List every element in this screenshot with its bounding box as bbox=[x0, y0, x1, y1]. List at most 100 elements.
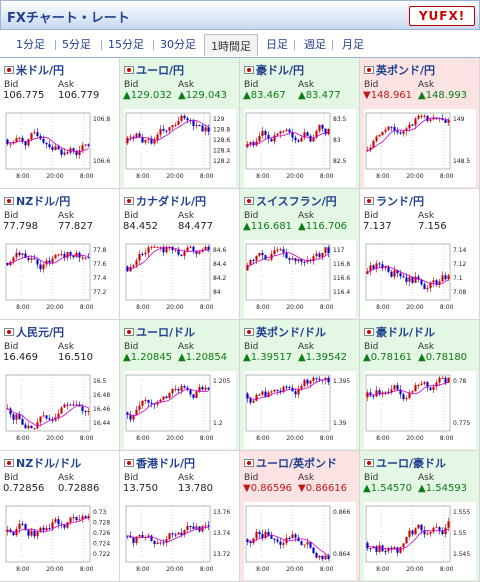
pair-label[interactable]: 豪ドル/円 bbox=[256, 64, 304, 77]
tab-1hour[interactable]: 1時間足 bbox=[204, 34, 258, 56]
rate-tile[interactable]: NZドル/ドル Bid Ask 0.72856 0.72886 0.73 0.728 0.72… bbox=[0, 451, 120, 582]
candlestick-chart[interactable]: 1.205 1.2 8:00 20:00 8:00 bbox=[124, 371, 236, 449]
tab-30min[interactable]: 30分足 bbox=[160, 36, 196, 52]
rate-tile[interactable]: ランド/円 Bid Ask 7.137 7.156 7.14 7.12 7.1 7.08 8:00… bbox=[360, 189, 480, 320]
rate-tile[interactable]: ユーロ/豪ドル Bid Ask ▲1.54570 ▲1.54593 1.555 1.55 1.… bbox=[360, 451, 480, 582]
pair-label[interactable]: NZドル/円 bbox=[16, 195, 70, 208]
pair-name[interactable]: ランド/円 bbox=[364, 193, 424, 209]
pair-name[interactable]: 米ドル/円 bbox=[4, 62, 64, 78]
pair-label[interactable]: 英ポンド/円 bbox=[376, 64, 435, 77]
tab-5min[interactable]: 5分足 bbox=[62, 36, 91, 52]
candlestick-chart[interactable]: 77.8 77.6 77.4 77.2 8:00 20:00 8:00 bbox=[4, 240, 116, 318]
flag-icon bbox=[244, 66, 254, 74]
rate-tile[interactable]: 英ポンド/円 Bid Ask ▼148.961 ▲148.993 149 148.5 8:00… bbox=[360, 58, 480, 189]
candlestick-chart[interactable]: 0.73 0.728 0.726 0.724 0.722 8:00 20:00 8:00 bbox=[4, 502, 116, 580]
pair-label[interactable]: カナダドル/円 bbox=[136, 195, 206, 208]
rate-tile[interactable]: NZドル/円 Bid Ask 77.798 77.827 77.8 77.6 77.4 77.2… bbox=[0, 189, 120, 320]
pair-label[interactable]: ユーロ/ドル bbox=[136, 326, 195, 339]
candlestick-chart[interactable]: 149 148.5 8:00 20:00 8:00 bbox=[364, 109, 476, 187]
candle-body bbox=[27, 257, 30, 260]
candle-body bbox=[285, 386, 288, 388]
pair-name[interactable]: スイスフラン/円 bbox=[244, 193, 337, 209]
candle-body bbox=[279, 131, 282, 134]
tab-daily[interactable]: 日足 bbox=[266, 36, 288, 52]
pair-name[interactable]: 人民元/円 bbox=[4, 324, 64, 340]
rate-tile[interactable]: スイスフラン/円 Bid Ask ▲116.681 ▲116.706 117 116.8 11… bbox=[240, 189, 360, 320]
bid-value: ▲0.78161 bbox=[363, 352, 413, 363]
tab-1min[interactable]: 1分足 bbox=[16, 36, 45, 52]
candlestick-chart[interactable]: 1.555 1.55 1.545 8:00 20:00 8:00 bbox=[364, 502, 476, 580]
pair-name[interactable]: カナダドル/円 bbox=[124, 193, 206, 209]
candlestick-chart[interactable]: 129 128.8 128.6 128.4 128.2 8:00 20:00 8:00 bbox=[124, 109, 236, 187]
candle-body bbox=[162, 542, 165, 544]
pair-name[interactable]: 英ポンド/円 bbox=[364, 62, 435, 78]
candle-body bbox=[276, 539, 279, 542]
pair-name[interactable]: ユーロ/ドル bbox=[124, 324, 195, 340]
candlestick-chart[interactable]: 84.6 84.4 84.2 84 8:00 20:00 8:00 bbox=[124, 240, 236, 318]
pair-label[interactable]: 米ドル/円 bbox=[16, 64, 64, 77]
candle-body bbox=[180, 115, 183, 121]
rate-tile[interactable]: カナダドル/円 Bid Ask 84.452 84.477 84.6 84.4 84.2 84 8… bbox=[120, 189, 240, 320]
y-tick-label: 77.2 bbox=[93, 289, 107, 296]
pair-label[interactable]: 英ポンド/ドル bbox=[256, 326, 326, 339]
rate-tile[interactable]: 人民元/円 Bid Ask 16.469 16.510 16.5 16.48 16.46 16.… bbox=[0, 320, 120, 451]
candlestick-chart[interactable]: 16.5 16.48 16.46 16.44 8:00 20:00 8:00 bbox=[4, 371, 116, 449]
yufx-logo[interactable]: YUFX! bbox=[409, 6, 475, 26]
pair-label[interactable]: 豪ドル/ドル bbox=[376, 326, 435, 339]
candle-body bbox=[396, 130, 399, 133]
pair-name[interactable]: ユーロ/豪ドル bbox=[364, 455, 446, 471]
candlestick-chart[interactable]: 7.14 7.12 7.1 7.08 8:00 20:00 8:00 bbox=[364, 240, 476, 318]
ask-label: Ask bbox=[58, 342, 75, 352]
rate-tile[interactable]: 豪ドル/ドル Bid Ask ▲0.78161 ▲0.78180 0.78 0.775 8:0… bbox=[360, 320, 480, 451]
rate-tile[interactable]: ユーロ/円 Bid Ask ▲129.032 ▲129.043 129 128.8 128.6… bbox=[120, 58, 240, 189]
tab-weekly[interactable]: 週足 bbox=[304, 36, 326, 52]
rate-tile[interactable]: ユーロ/英ポンド Bid Ask ▼0.86596 ▼0.86616 0.866 0.864… bbox=[240, 451, 360, 582]
ask-value: ▲148.993 bbox=[418, 90, 468, 101]
candle-body bbox=[426, 533, 429, 535]
candle-body bbox=[303, 379, 306, 387]
pair-label[interactable]: ユーロ/英ポンド bbox=[256, 457, 337, 470]
candle-body bbox=[87, 257, 90, 259]
pair-label[interactable]: NZドル/ドル bbox=[16, 457, 81, 470]
candlestick-chart[interactable]: 13.76 13.74 13.72 8:00 20:00 8:00 bbox=[124, 502, 236, 580]
pair-label[interactable]: 香港ドル/円 bbox=[136, 457, 195, 470]
pair-name[interactable]: 豪ドル/ドル bbox=[364, 324, 435, 340]
rate-tile[interactable]: ユーロ/ドル Bid Ask ▲1.20845 ▲1.20854 1.205 1.2 8:00… bbox=[120, 320, 240, 451]
rate-tile[interactable]: 香港ドル/円 Bid Ask 13.750 13.780 13.76 13.74 13.72 8… bbox=[120, 451, 240, 582]
candle-body bbox=[21, 523, 24, 525]
bid-label: Bid bbox=[4, 342, 19, 352]
x-tick-label: 20:00 bbox=[406, 304, 423, 311]
pair-label[interactable]: ユーロ/円 bbox=[136, 64, 184, 77]
pair-name[interactable]: NZドル/ドル bbox=[4, 455, 81, 471]
pair-name[interactable]: 香港ドル/円 bbox=[124, 455, 195, 471]
candlestick-chart[interactable]: 0.866 0.864 8:00 20:00 8:00 bbox=[244, 502, 356, 580]
pair-name[interactable]: ユーロ/英ポンド bbox=[244, 455, 337, 471]
x-tick-label: 8:00 bbox=[320, 435, 334, 442]
candle-body bbox=[201, 387, 204, 390]
pair-name[interactable]: 英ポンド/ドル bbox=[244, 324, 326, 340]
candlestick-chart[interactable]: 1.395 1.39 8:00 20:00 8:00 bbox=[244, 371, 356, 449]
candlestick-chart[interactable]: 106.8 106.6 8:00 20:00 8:00 bbox=[4, 109, 116, 187]
candlestick-chart[interactable]: 117 116.8 116.6 116.4 8:00 20:00 8:00 bbox=[244, 240, 356, 318]
candle-body bbox=[261, 131, 264, 136]
candlestick-chart[interactable]: 0.78 0.775 8:00 20:00 8:00 bbox=[364, 371, 476, 449]
pair-label[interactable]: ユーロ/豪ドル bbox=[376, 457, 446, 470]
candle-body bbox=[441, 377, 444, 379]
tab-15min[interactable]: 15分足 bbox=[108, 36, 144, 52]
pair-label[interactable]: 人民元/円 bbox=[16, 326, 64, 339]
pair-name[interactable]: NZドル/円 bbox=[4, 193, 70, 209]
rate-tile[interactable]: 米ドル/円 Bid Ask 106.775 106.779 106.8 106.6 8:00 2… bbox=[0, 58, 120, 189]
rate-tile[interactable]: 豪ドル/円 Bid Ask ▲83.467 ▲83.477 83.5 83 82.5 8:00 2… bbox=[240, 58, 360, 189]
rate-tile[interactable]: 英ポンド/ドル Bid Ask ▲1.39517 ▲1.39542 1.395 1.39 8:… bbox=[240, 320, 360, 451]
y-tick-label: 7.08 bbox=[453, 289, 467, 296]
pair-name[interactable]: ユーロ/円 bbox=[124, 62, 184, 78]
chart-svg: 7.14 7.12 7.1 7.08 8:00 20:00 8:00 bbox=[365, 243, 467, 311]
tab-monthly[interactable]: 月足 bbox=[342, 36, 364, 52]
pair-name[interactable]: 豪ドル/円 bbox=[244, 62, 304, 78]
candlestick-chart[interactable]: 83.5 83 82.5 8:00 20:00 8:00 bbox=[244, 109, 356, 187]
pair-label[interactable]: ランド/円 bbox=[376, 195, 424, 208]
candle-body bbox=[411, 391, 414, 393]
pair-label[interactable]: スイスフラン/円 bbox=[256, 195, 337, 208]
x-tick-label: 8:00 bbox=[16, 566, 30, 573]
bid-value: 84.452 bbox=[123, 221, 158, 232]
